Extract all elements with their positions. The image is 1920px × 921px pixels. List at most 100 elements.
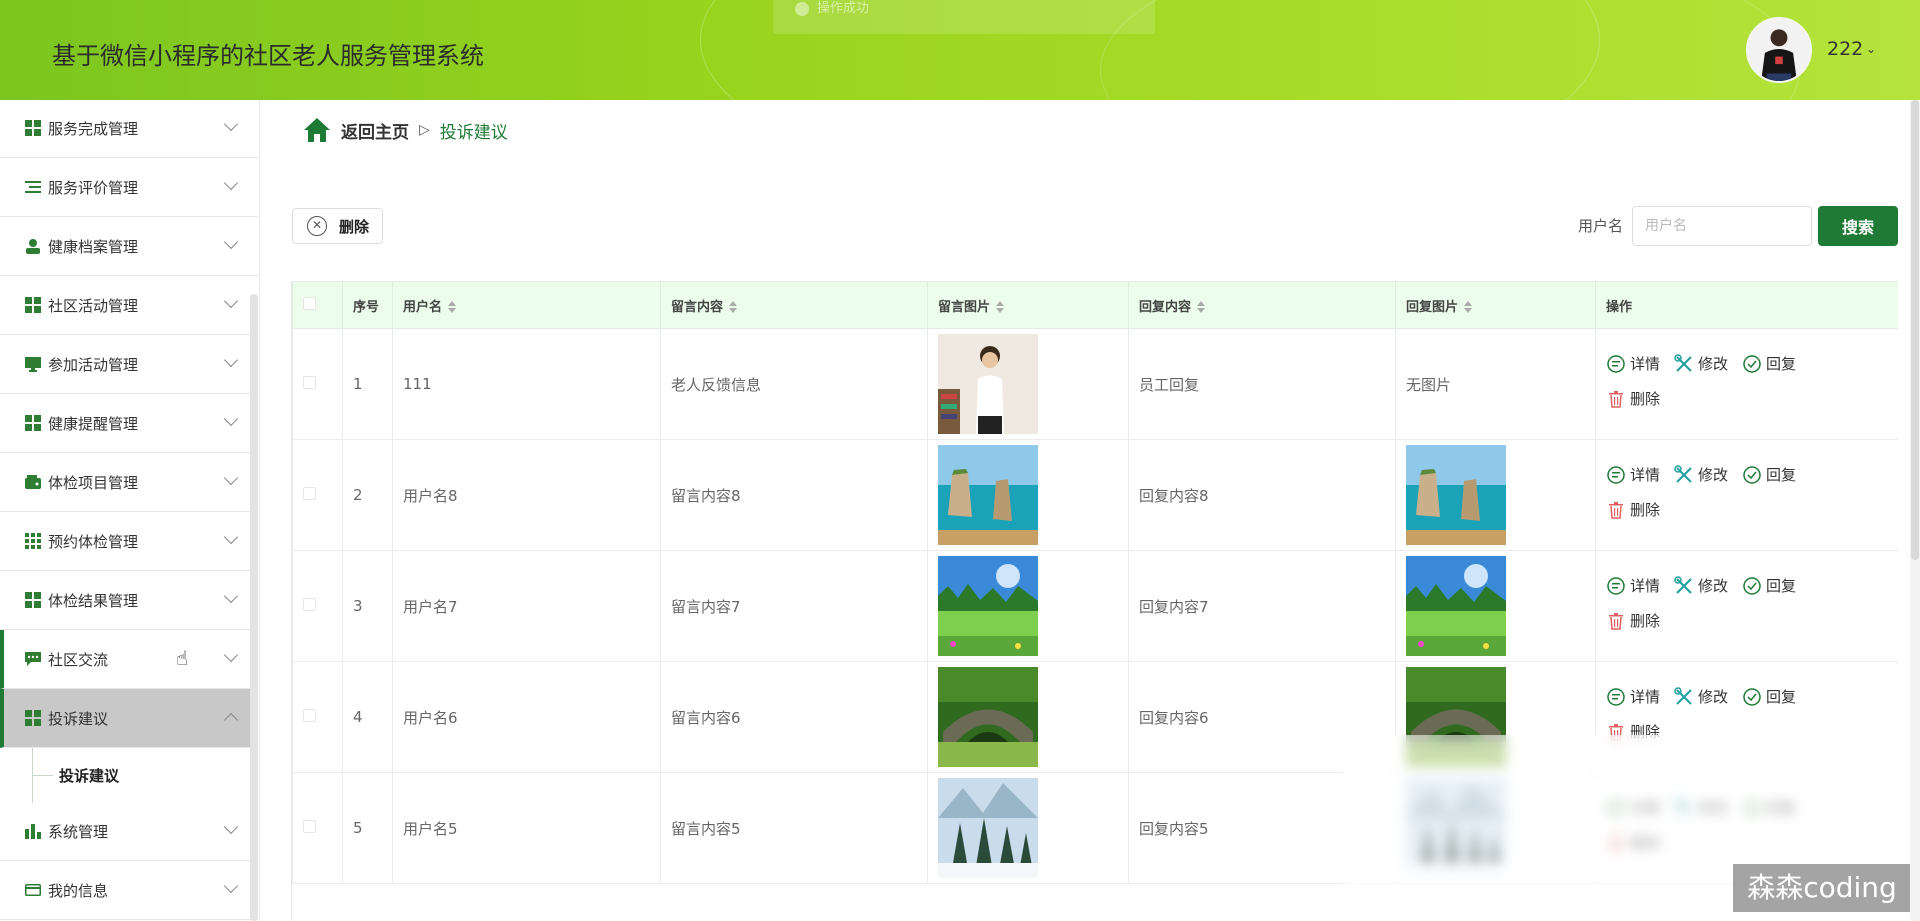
sidebar-item-label: 体检项目管理	[48, 473, 139, 492]
select-cell[interactable]	[292, 661, 343, 773]
batch-delete-button[interactable]: ✕ 删除	[292, 208, 383, 244]
close-circle-icon: ✕	[307, 216, 327, 236]
chevron-down-icon	[223, 819, 239, 835]
search-button[interactable]: 搜索	[1818, 206, 1898, 246]
sidebar-item-label: 社区活动管理	[48, 296, 139, 315]
sidebar-item-exam-result[interactable]: 体检结果管理	[0, 571, 258, 630]
edit-button[interactable]: 修改	[1674, 682, 1728, 712]
username-cell: 用户名6	[392, 661, 661, 773]
table-row[interactable]: 2 用户名8 留言内容8 回复内容8 详情 修改 回复 删除	[292, 439, 1898, 551]
username-cell: 111	[392, 328, 661, 440]
sidebar-item-service-complete[interactable]: 服务完成管理	[0, 99, 258, 158]
select-cell[interactable]	[292, 550, 343, 662]
msg-image-cell	[927, 550, 1129, 662]
edit-button[interactable]: 修改	[1674, 460, 1728, 490]
stone-bridge-image[interactable]	[938, 667, 1038, 767]
sidebar-item-community-activity[interactable]: 社区活动管理	[0, 276, 258, 335]
check-icon	[795, 1, 809, 16]
edit-button[interactable]: 修改	[1674, 349, 1728, 379]
breadcrumb-home[interactable]: 返回主页	[341, 118, 409, 143]
delete-button[interactable]: 删除	[1606, 384, 1660, 414]
page-scrollbar[interactable]	[1910, 100, 1920, 921]
chevron-down-icon	[223, 529, 239, 545]
home-icon[interactable]	[303, 117, 331, 143]
sidebar-item-exam-booking[interactable]: 预约体检管理	[0, 512, 258, 571]
actions-cell: 详情 修改 回复删除	[1595, 328, 1898, 440]
sidebar-item-complaint[interactable]: 投诉建议	[0, 689, 258, 748]
row-checkbox[interactable]	[303, 598, 316, 611]
page-scrollbar-thumb[interactable]	[1911, 100, 1919, 560]
select-cell[interactable]	[292, 439, 343, 551]
sort-icon[interactable]	[1197, 301, 1206, 313]
sea-rocks-image[interactable]	[1406, 445, 1506, 545]
sidebar-item-my-info[interactable]: 我的信息	[0, 861, 258, 920]
row-checkbox[interactable]	[303, 709, 316, 722]
sidebar-item-label: 我的信息	[48, 881, 109, 900]
sort-icon[interactable]	[448, 301, 457, 313]
reply-button[interactable]: 回复	[1742, 460, 1796, 490]
detail-button[interactable]: 详情	[1606, 349, 1660, 379]
column-header-reply-image[interactable]: 回复图片	[1395, 281, 1596, 329]
reply-button[interactable]: 回复	[1742, 571, 1796, 601]
sidebar-subitem-label: 投诉建议	[59, 767, 120, 785]
sidebar-subitem-complaint[interactable]: 投诉建议	[32, 748, 258, 803]
detail-button[interactable]: 详情	[1606, 460, 1660, 490]
table-row[interactable]: 3 用户名7 留言内容7 回复内容7 详情 修改 回复 删除	[292, 550, 1898, 662]
column-header-msg-image[interactable]: 留言图片	[927, 281, 1129, 329]
sidebar-item-label: 健康提醒管理	[48, 414, 139, 433]
no-image-text: 无图片	[1406, 375, 1452, 394]
avatar[interactable]	[1746, 17, 1812, 83]
username-search-input[interactable]	[1632, 206, 1812, 246]
sidebar-item-health-record[interactable]: 健康档案管理	[0, 217, 258, 276]
sort-icon[interactable]	[729, 301, 738, 313]
column-header-content[interactable]: 留言内容	[660, 281, 928, 329]
breadcrumb-current: 投诉建议	[439, 122, 508, 143]
username-cell: 用户名8	[392, 439, 661, 551]
meadow-image[interactable]	[1406, 556, 1506, 656]
trash-icon	[1609, 613, 1623, 630]
sea-rocks-image[interactable]	[938, 445, 1038, 545]
index-cell: 2	[342, 439, 393, 551]
sidebar-item-label: 社区交流	[48, 650, 109, 669]
sidebar-scrollbar[interactable]	[250, 294, 258, 921]
detail-button[interactable]: 详情	[1606, 682, 1660, 712]
select-cell[interactable]	[292, 772, 343, 884]
sort-icon[interactable]	[1464, 301, 1473, 313]
table-row[interactable]: 1 111 老人反馈信息 员工回复 无图片 详情 修改 回复 删除	[292, 328, 1898, 440]
edit-button[interactable]: 修改	[1674, 571, 1728, 601]
success-toast: 操作成功	[773, 0, 1155, 34]
sidebar-item-label: 体检结果管理	[48, 591, 139, 610]
snow-forest-image[interactable]	[938, 778, 1038, 878]
username-label[interactable]: 222	[1827, 38, 1863, 60]
detail-icon	[1607, 577, 1625, 595]
select-cell[interactable]	[292, 328, 343, 440]
sidebar-item-community-chat[interactable]: 社区交流	[0, 630, 258, 689]
reply-button[interactable]: 回复	[1742, 682, 1796, 712]
sidebar-item-health-reminder[interactable]: 健康提醒管理	[0, 394, 258, 453]
chevron-down-icon[interactable]: ⌄	[1866, 42, 1876, 56]
row-checkbox[interactable]	[303, 376, 316, 389]
reply-button[interactable]: 回复	[1742, 349, 1796, 379]
sidebar-item-system[interactable]: 系统管理	[0, 802, 258, 861]
column-header-reply[interactable]: 回复内容	[1128, 281, 1396, 329]
column-header-username[interactable]: 用户名	[392, 281, 661, 329]
chevron-down-icon	[223, 647, 239, 663]
sidebar-item-service-review[interactable]: 服务评价管理	[0, 158, 258, 217]
index-cell: 1	[342, 328, 393, 440]
sort-icon[interactable]	[996, 301, 1005, 313]
sidebar-item-join-activity[interactable]: 参加活动管理	[0, 335, 258, 394]
meadow-image[interactable]	[938, 556, 1038, 656]
delete-button[interactable]: 删除	[1606, 606, 1660, 636]
action-label: 详情	[1630, 466, 1661, 484]
row-checkbox[interactable]	[303, 820, 316, 833]
sidebar-item-exam-item[interactable]: 体检项目管理	[0, 453, 258, 512]
detail-button[interactable]: 详情	[1606, 571, 1660, 601]
select-all-cell[interactable]	[292, 281, 343, 329]
chevron-down-icon	[223, 411, 239, 427]
person-photo-image[interactable]	[938, 334, 1038, 434]
header-label: 留言内容	[671, 299, 724, 315]
delete-button[interactable]: 删除	[1606, 495, 1660, 525]
row-checkbox[interactable]	[303, 487, 316, 500]
chevron-down-icon	[223, 588, 239, 604]
select-all-checkbox[interactable]	[303, 296, 316, 310]
